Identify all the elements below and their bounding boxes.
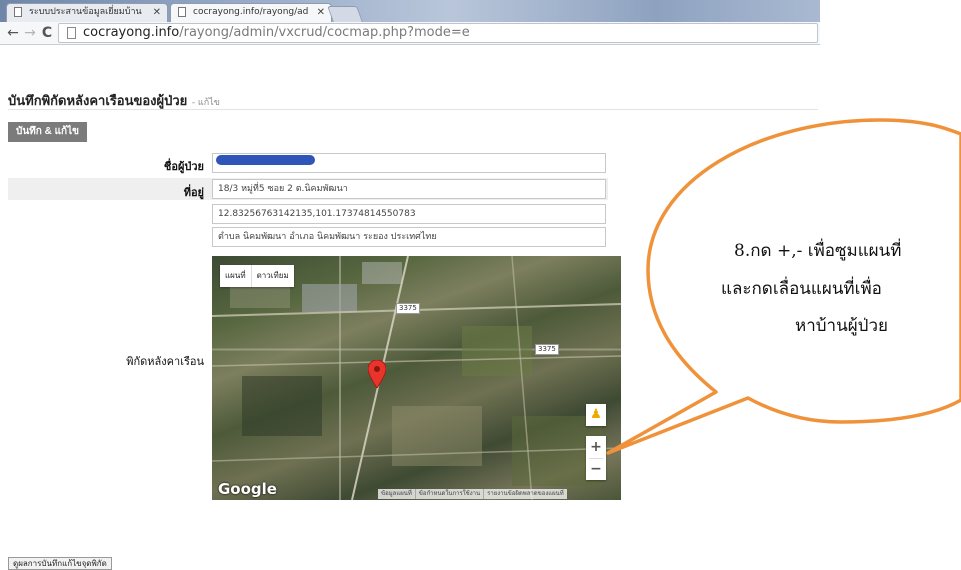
callout-line-3: หาบ้านผู้ป่วย	[795, 316, 888, 336]
callout-line-2: และกดเลื่อนแผนที่เพื่อ	[721, 279, 882, 299]
callout-line-1: 8.กด +,- เพื่อซูมแผนที่	[734, 241, 902, 261]
